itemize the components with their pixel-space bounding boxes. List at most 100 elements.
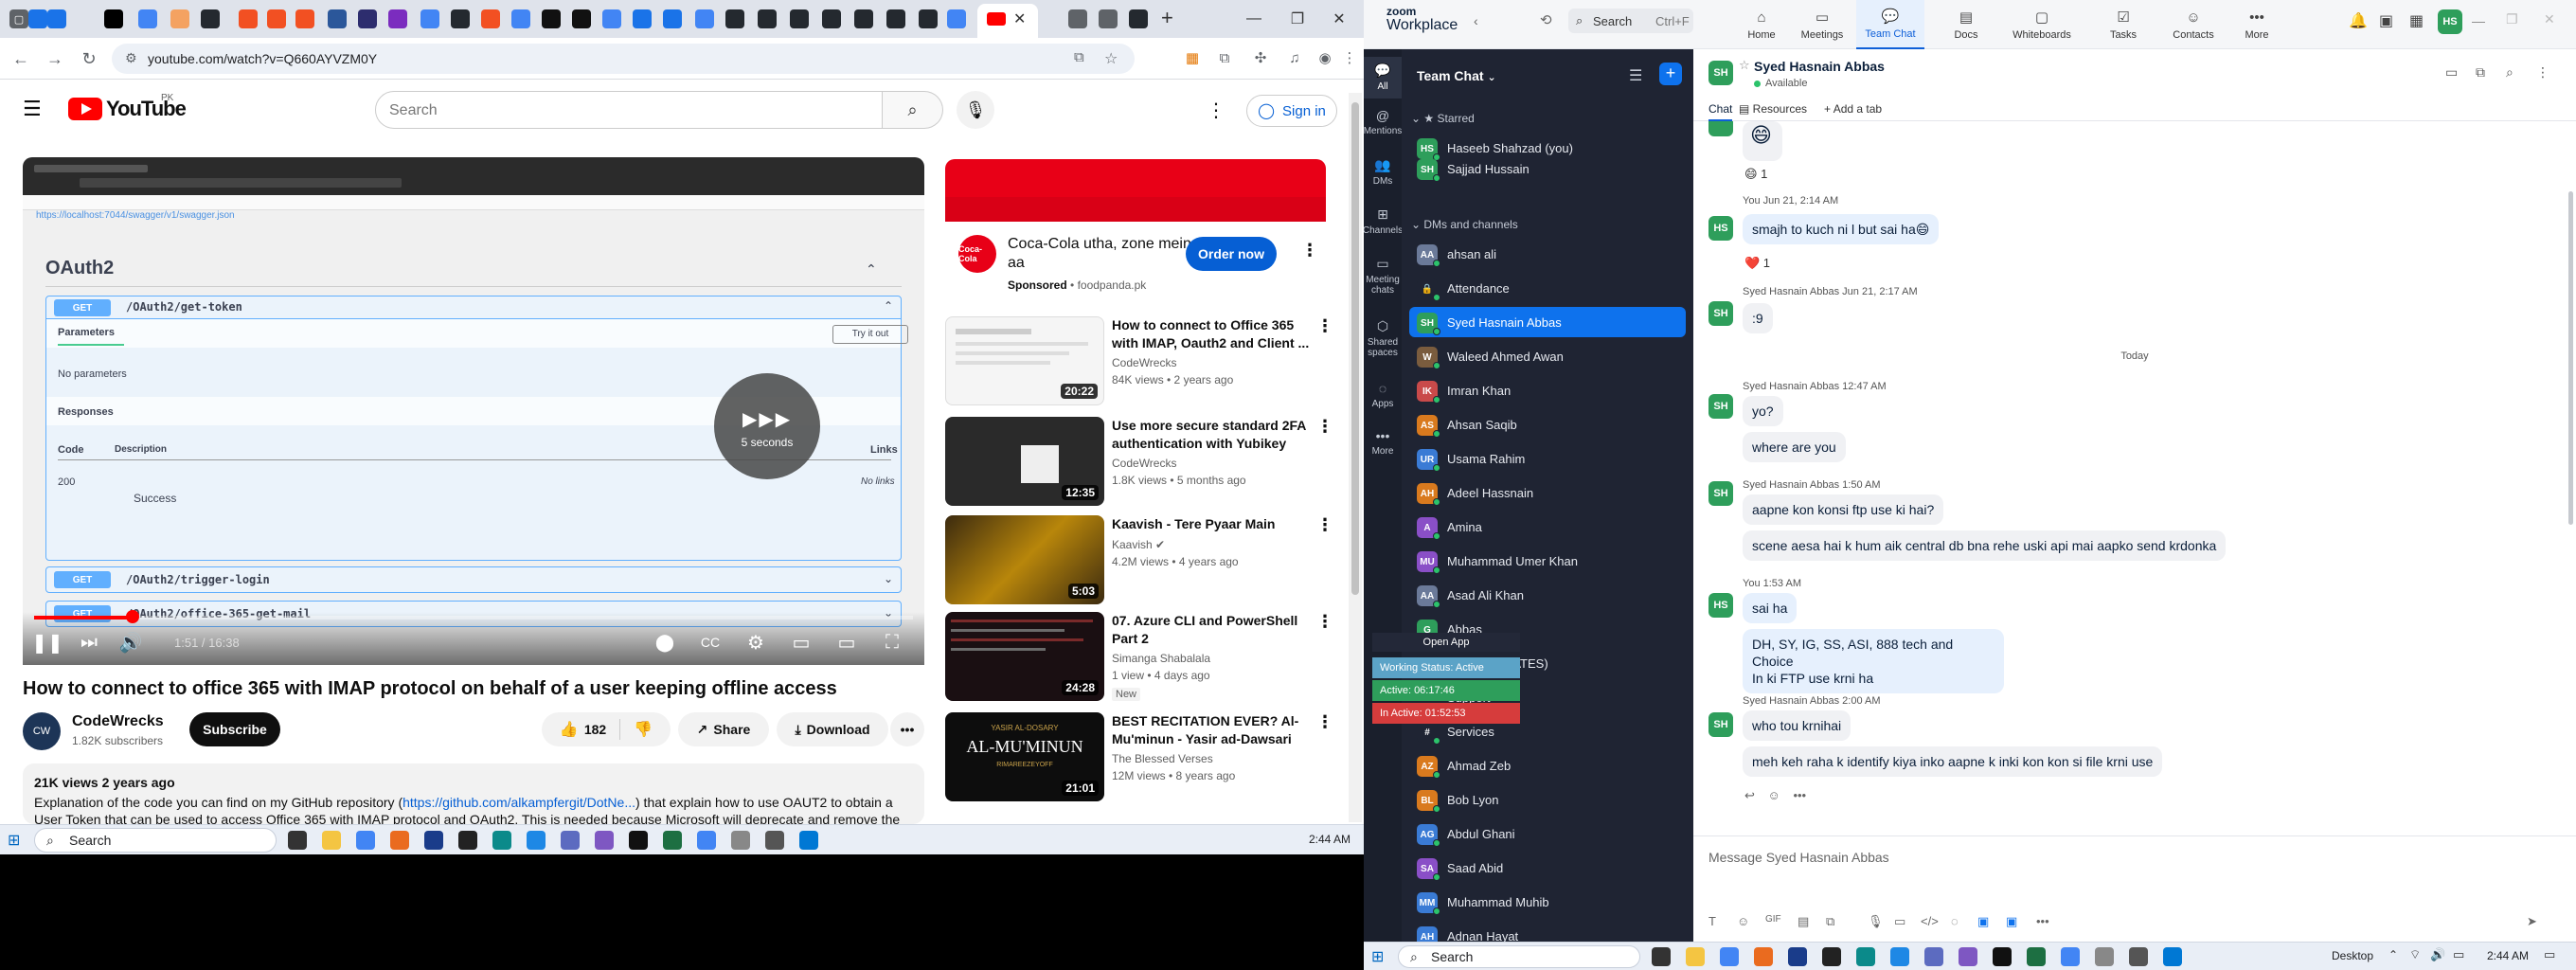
app-icon[interactable] [2095, 947, 2114, 966]
tab-favicon[interactable] [267, 9, 286, 28]
nav-tasks[interactable]: ☑ Tasks [2095, 0, 2152, 49]
new-chat-plus-icon[interactable]: + [1659, 63, 1682, 85]
chat-list-item[interactable]: SA Saad Abid [1409, 853, 1686, 883]
app-icon[interactable] [595, 831, 614, 850]
tab-github-icon[interactable] [201, 9, 220, 28]
nav-whiteboards[interactable]: ▢ Whiteboards [2000, 0, 2084, 49]
tab-github-icon[interactable] [725, 9, 744, 28]
description-link[interactable]: https://github.com/alkampfergit/DotNe... [402, 795, 635, 810]
share-button[interactable]: ↗ Share [678, 712, 769, 746]
tab-github-icon[interactable] [886, 9, 905, 28]
close-window-icon[interactable]: ✕ [2544, 11, 2555, 27]
app-icon[interactable] [1822, 947, 1841, 966]
chrome-menu-icon[interactable]: ⋮ [1339, 47, 1360, 68]
recommendation-2[interactable]: 12:35 Use more secure standard 2FA authe… [945, 417, 1333, 506]
reaction[interactable]: ❤️ 1 [1744, 256, 1770, 271]
chat-list-item[interactable]: 🔒 Attendance [1409, 273, 1686, 303]
tab-github-icon[interactable] [919, 9, 938, 28]
site-info-icon[interactable]: ⚙ [125, 50, 137, 66]
app-icon[interactable] [1754, 947, 1773, 966]
tab-github-icon[interactable] [758, 9, 777, 28]
channel-name[interactable]: CodeWrecks [72, 713, 164, 730]
tab-favicon[interactable] [388, 9, 407, 28]
message-composer[interactable]: Message Syed Hasnain Abbas T ☺ GIF ▤ ⧉ 🎙… [1693, 835, 2576, 942]
order-now-button[interactable]: Order now [1186, 237, 1277, 271]
tab-close-icon[interactable]: ✕ [1013, 9, 1026, 28]
more-actions-icon[interactable]: ••• [890, 712, 924, 746]
rail-channels[interactable]: ⊞ Channels [1364, 207, 1403, 236]
rec-thumbnail[interactable]: 20:22 [945, 316, 1104, 405]
rail-dms[interactable]: 👥 DMs [1364, 157, 1402, 187]
apps-icon[interactable]: ▣ [2379, 11, 2393, 30]
message-avatar[interactable]: HS [1708, 216, 1733, 241]
terminal-icon[interactable] [629, 831, 648, 850]
subscribe-button[interactable]: Subscribe [189, 712, 280, 746]
subtab-add[interactable]: + Add a tab [1824, 102, 1882, 116]
taskbar-clock[interactable]: 2:44 AM [1309, 833, 1351, 846]
thumbs-up-icon[interactable]: 👍 [560, 720, 579, 739]
forward-icon[interactable]: → [44, 47, 66, 70]
tab-github-icon[interactable] [451, 9, 470, 28]
volume-icon[interactable]: 🔊 [2430, 947, 2445, 962]
chat-list-item[interactable]: SH Syed Hasnain Abbas [1409, 307, 1686, 337]
like-dislike-button[interactable]: 👍 182 👎 [542, 712, 671, 746]
channel-avatar[interactable]: CW [23, 712, 61, 750]
tab-github-icon[interactable] [822, 9, 841, 28]
media-icon[interactable]: ♫ [1284, 47, 1305, 68]
chrome-icon[interactable] [697, 831, 716, 850]
youtube-search-input[interactable]: Search [375, 91, 883, 129]
chat-list-item[interactable]: MU Muhammad Umer Khan [1409, 546, 1686, 576]
rec-more-icon[interactable]: ⋮ [1316, 417, 1333, 437]
settings-gear-icon[interactable]: ⚙ [742, 629, 769, 656]
rec-title[interactable]: Use more secure standard 2FA authenticat… [1112, 417, 1311, 453]
subtab-chat[interactable]: Chat [1708, 102, 1733, 121]
send-icon[interactable]: ➤ [2527, 914, 2537, 929]
subtab-resources[interactable]: ▤ Resources [1739, 102, 1807, 116]
taskbar-search[interactable]: ⌕ Search [1398, 945, 1640, 968]
settings-dots-icon[interactable]: ⋮ [1207, 99, 1225, 122]
rec-title[interactable]: How to connect to Office 365 with IMAP, … [1112, 316, 1311, 352]
nav-meetings[interactable]: ▭ Meetings [1788, 0, 1856, 49]
tab-favicon[interactable] [138, 9, 157, 28]
taskbar-search[interactable]: ⌕ Search [34, 828, 277, 853]
description-box[interactable]: 21K views 2 years ago Explanation of the… [23, 763, 924, 824]
tray-chevron-icon[interactable]: ⌃ [2388, 948, 2398, 961]
bookmark-star-icon[interactable]: ☆ [1104, 49, 1118, 68]
rail-meeting-chats[interactable]: ▭ Meeting chats [1364, 256, 1402, 296]
volume-icon[interactable]: 🔊 [117, 629, 144, 656]
chrome-icon[interactable] [356, 831, 375, 850]
task-view-icon[interactable] [1652, 947, 1671, 966]
chrome-icon[interactable] [1720, 947, 1739, 966]
outlook-icon[interactable] [2163, 947, 2182, 966]
calendar-icon[interactable]: ▦ [2409, 11, 2424, 30]
video-call-icon[interactable]: ▭ [2445, 64, 2458, 81]
new-tab-icon[interactable]: + [1161, 6, 1173, 30]
app-icon[interactable] [1788, 947, 1807, 966]
video-message-icon[interactable]: ▭ [1894, 914, 1905, 929]
terminal-icon[interactable] [1993, 947, 2012, 966]
notification-icon[interactable]: ▭ [2544, 947, 2555, 962]
rec-more-icon[interactable]: ⋮ [1316, 515, 1333, 535]
code-icon[interactable]: </> [1921, 914, 1939, 928]
rec-channel[interactable]: Kaavish ✔ [1112, 538, 1165, 551]
ad-more-icon[interactable]: ⋮ [1301, 241, 1318, 260]
app-icon[interactable] [1924, 947, 1943, 966]
chat-list-item[interactable]: AH Adnan Hayat [1409, 921, 1686, 942]
taskbar-clock[interactable]: 2:44 AM [2487, 949, 2529, 962]
chat-list-item[interactable]: SH Sajjad Hussain [1409, 153, 1686, 184]
chat-list-item[interactable]: BL Bob Lyon [1409, 784, 1686, 815]
pause-icon[interactable]: ❚❚ [31, 629, 63, 656]
rec-more-icon[interactable]: ⋮ [1316, 316, 1333, 336]
rec-title[interactable]: Kaavish - Tere Pyaar Main [1112, 515, 1311, 533]
tab-favicon[interactable] [328, 9, 347, 28]
download-button[interactable]: ⤓ Download [777, 712, 888, 746]
extension-icon[interactable]: ▦ [1182, 47, 1203, 68]
app-icon[interactable]: ▣ [1977, 914, 1989, 929]
audio-icon[interactable]: 🎙 [1868, 914, 1884, 929]
file-explorer-icon[interactable] [1686, 947, 1705, 966]
dms-section-header[interactable]: ⌄ DMs and channels [1411, 218, 1518, 231]
chat-more-icon[interactable]: ⋮ [2536, 64, 2549, 81]
tab-favicon[interactable] [420, 9, 439, 28]
message-avatar[interactable]: SH [1708, 481, 1733, 506]
autoplay-overlay[interactable]: ▶▶▶ 5 seconds [714, 373, 820, 479]
